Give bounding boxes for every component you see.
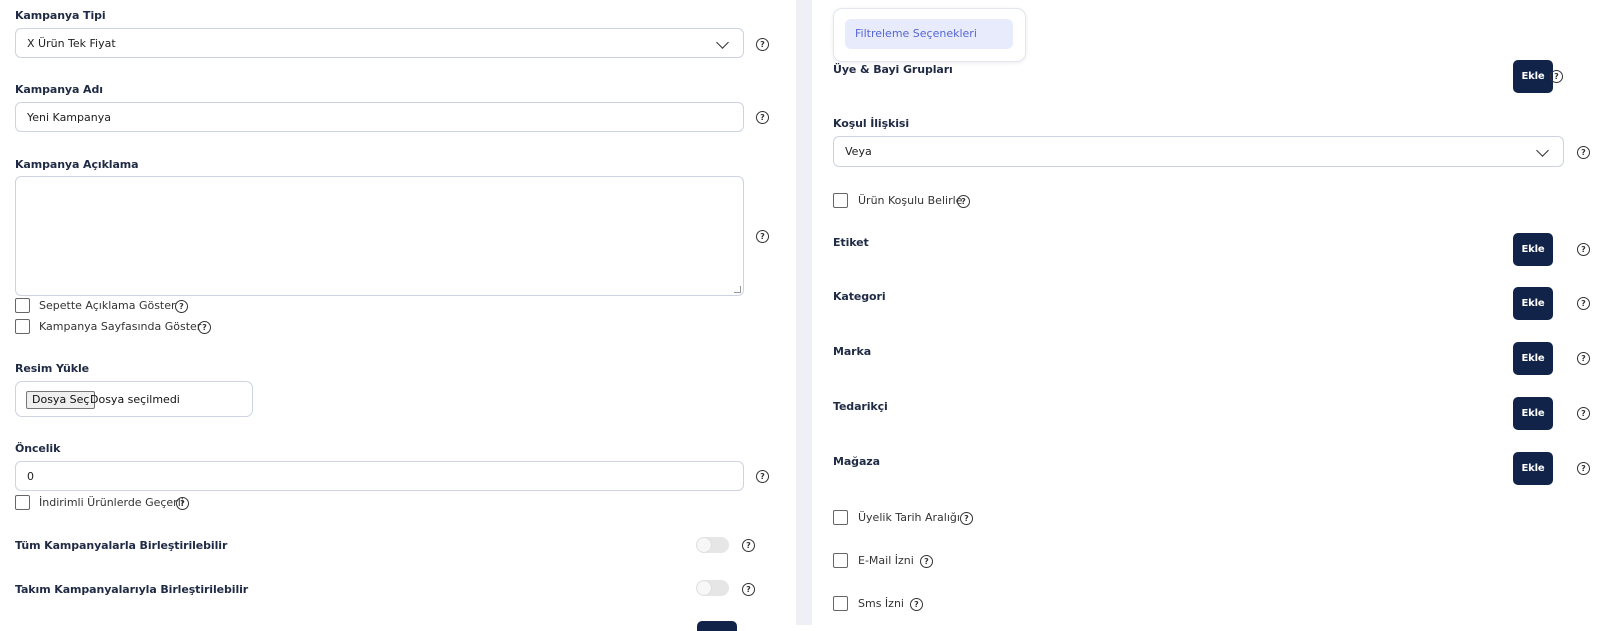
tag-label: Etiket — [833, 236, 869, 249]
brand-help-icon[interactable]: ? — [1577, 352, 1590, 365]
campaign-type-label: Kampanya Tipi — [15, 9, 106, 22]
member-groups-label: Üye & Bayi Grupları — [833, 63, 953, 76]
email-permission-help-icon[interactable]: ? — [920, 555, 933, 568]
store-label: Mağaza — [833, 455, 880, 468]
valid-on-discounted-label: İndirimli Ürünlerde Geçerli — [39, 496, 184, 509]
priority-input[interactable]: 0 — [15, 461, 744, 491]
priority-value: 0 — [27, 469, 34, 483]
campaign-name-value: Yeni Kampanya — [27, 110, 111, 124]
category-label: Kategori — [833, 290, 886, 303]
combine-team-help-icon[interactable]: ? — [742, 583, 755, 596]
condition-relation-help-icon[interactable]: ? — [1577, 146, 1590, 159]
email-permission-checkbox[interactable] — [833, 553, 848, 568]
show-on-campaign-page-checkbox[interactable] — [15, 319, 30, 334]
supplier-help-icon[interactable]: ? — [1577, 407, 1590, 420]
campaign-name-input[interactable]: Yeni Kampanya — [15, 102, 744, 132]
campaign-type-value: X Ürün Tek Fiyat — [27, 36, 116, 50]
category-help-icon[interactable]: ? — [1577, 297, 1590, 310]
email-permission-label: E-Mail İzni — [858, 554, 914, 567]
campaign-description-help-icon[interactable]: ? — [756, 230, 769, 243]
brand-label: Marka — [833, 345, 872, 358]
campaign-name-help-icon[interactable]: ? — [756, 111, 769, 124]
sms-permission-checkbox[interactable] — [833, 596, 848, 611]
filter-options-popover: Filtreleme Seçenekleri — [833, 8, 1026, 62]
show-in-cart-checkbox[interactable] — [15, 298, 30, 313]
sms-permission-help-icon[interactable]: ? — [910, 598, 923, 611]
combine-team-label: Takım Kampanyalarıyla Birleştirilebilir — [15, 583, 249, 596]
condition-relation-label: Koşul İlişkisi — [833, 117, 910, 130]
valid-on-discounted-help-icon[interactable]: ? — [176, 497, 189, 510]
membership-date-range-help-icon[interactable]: ? — [960, 512, 973, 525]
show-on-campaign-page-label: Kampanya Sayfasında Göster — [39, 320, 202, 333]
sms-permission-label: Sms İzni — [858, 597, 904, 610]
membership-date-range-label: Üyelik Tarih Aralığı — [858, 511, 960, 524]
store-add-button[interactable]: Ekle — [1513, 452, 1553, 485]
product-condition-label: Ürün Koşulu Belirle — [858, 194, 963, 207]
image-upload-field: Dosya Seç Dosya seçilmedi — [15, 381, 253, 417]
chevron-down-icon — [716, 36, 729, 49]
next-row-button-partial[interactable] — [697, 621, 737, 631]
product-condition-checkbox[interactable] — [833, 193, 848, 208]
choose-file-button[interactable]: Dosya Seç — [26, 391, 96, 409]
campaign-description-textarea[interactable] — [15, 176, 744, 296]
campaign-type-select[interactable]: X Ürün Tek Fiyat — [15, 28, 744, 58]
valid-on-discounted-checkbox[interactable] — [15, 495, 30, 510]
condition-relation-select[interactable]: Veya — [833, 136, 1564, 167]
file-status-text: Dosya seçilmedi — [90, 393, 180, 406]
combine-all-label: Tüm Kampanyalarla Birleştirilebilir — [15, 539, 228, 552]
tag-add-button[interactable]: Ekle — [1513, 233, 1553, 266]
member-groups-help-icon[interactable]: ? — [1550, 70, 1563, 83]
panel-divider — [796, 0, 812, 625]
tag-help-icon[interactable]: ? — [1577, 243, 1590, 256]
show-in-cart-help-icon[interactable]: ? — [175, 300, 188, 313]
condition-relation-value: Veya — [845, 145, 872, 158]
combine-all-toggle[interactable] — [696, 537, 729, 553]
priority-label: Öncelik — [15, 442, 61, 455]
campaign-name-label: Kampanya Adı — [15, 83, 103, 96]
combine-team-toggle[interactable] — [696, 580, 729, 596]
supplier-label: Tedarikçi — [833, 400, 888, 413]
chevron-down-icon — [1536, 144, 1549, 157]
priority-help-icon[interactable]: ? — [756, 470, 769, 483]
combine-all-help-icon[interactable]: ? — [742, 539, 755, 552]
membership-date-range-checkbox[interactable] — [833, 510, 848, 525]
campaign-description-label: Kampanya Açıklama — [15, 158, 139, 171]
supplier-add-button[interactable]: Ekle — [1513, 397, 1553, 430]
brand-add-button[interactable]: Ekle — [1513, 342, 1553, 375]
image-upload-label: Resim Yükle — [15, 362, 89, 375]
show-on-campaign-page-help-icon[interactable]: ? — [198, 321, 211, 334]
show-in-cart-label: Sepette Açıklama Göster — [39, 299, 176, 312]
resize-handle-icon[interactable] — [734, 286, 741, 293]
member-groups-add-button[interactable]: Ekle — [1513, 60, 1553, 93]
campaign-type-help-icon[interactable]: ? — [756, 38, 769, 51]
product-condition-help-icon[interactable]: ? — [957, 195, 970, 208]
store-help-icon[interactable]: ? — [1577, 462, 1590, 475]
filter-options-tab[interactable]: Filtreleme Seçenekleri — [845, 19, 1013, 49]
category-add-button[interactable]: Ekle — [1513, 287, 1553, 320]
